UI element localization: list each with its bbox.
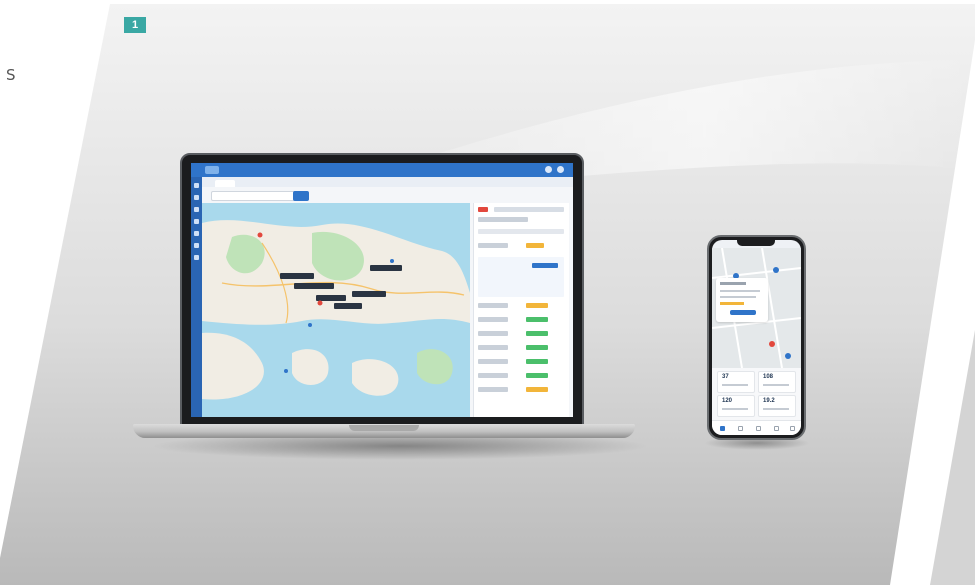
search-icon[interactable] (545, 166, 552, 173)
sidebar-item-2[interactable] (194, 195, 199, 200)
list-item-id (478, 373, 508, 378)
list-item-id (478, 303, 508, 308)
phone-notch (737, 240, 775, 246)
list-item-id (478, 359, 508, 364)
phone-action-button[interactable] (730, 310, 756, 315)
list-item-bar (526, 317, 548, 322)
list-item-id (478, 345, 508, 350)
card-line (720, 290, 760, 292)
list-icon[interactable] (738, 426, 743, 431)
phone-tab-bar (712, 420, 801, 435)
stat-card[interactable]: 120 (717, 395, 755, 417)
stat-card[interactable]: 37 (717, 371, 755, 393)
vehicle-list-panel (473, 203, 569, 417)
list-item-bar (526, 331, 548, 336)
sidebar-item-6[interactable] (194, 243, 199, 248)
stat-label (763, 384, 789, 386)
laptop-notch (349, 425, 419, 431)
list-item-id (478, 331, 508, 336)
app-sidebar (191, 177, 202, 417)
search-button[interactable] (293, 191, 309, 201)
panel-title (478, 217, 528, 222)
stat-value: 108 (763, 374, 774, 380)
app-logo (205, 166, 219, 174)
card-line (720, 296, 756, 298)
map-view[interactable] (202, 203, 470, 417)
app-header (191, 163, 573, 177)
map-drawing (202, 220, 470, 400)
card-title (720, 282, 746, 285)
map-pin-icon[interactable] (756, 426, 761, 431)
status-dot-red[interactable] (478, 207, 488, 212)
phone-stats: 37 108 120 19.2 (712, 368, 801, 420)
list-item-bar (526, 345, 548, 350)
chart-icon[interactable] (774, 426, 779, 431)
side-letter: S (6, 66, 16, 84)
showcase-stage: S 1 37 108 120 19.2 (0, 0, 975, 585)
sidebar-item-5[interactable] (194, 231, 199, 236)
phone-screen: 37 108 120 19.2 (712, 240, 801, 435)
search-input[interactable] (211, 191, 301, 201)
list-item-bar (526, 303, 548, 308)
user-icon[interactable] (557, 166, 564, 173)
list-item-bar (526, 359, 548, 364)
sidebar-item-1[interactable] (194, 183, 199, 188)
list-item-id (478, 317, 508, 322)
filter-row[interactable] (494, 207, 564, 212)
user-icon[interactable] (790, 426, 795, 431)
detail-button[interactable] (532, 263, 558, 268)
stat-card[interactable]: 19.2 (758, 395, 796, 417)
vehicle-id (478, 243, 508, 248)
list-item-id (478, 387, 508, 392)
panel-filter[interactable] (478, 229, 564, 234)
stat-label (763, 408, 789, 410)
home-icon[interactable] (720, 426, 725, 431)
sidebar-item-7[interactable] (194, 255, 199, 260)
stat-value: 19.2 (763, 398, 775, 404)
laptop-screen (191, 163, 573, 417)
list-item-bar (526, 373, 548, 378)
phone-info-card (716, 278, 768, 322)
tab-strip (202, 177, 573, 187)
stat-card[interactable]: 108 (758, 371, 796, 393)
tab-active[interactable] (215, 180, 235, 187)
status-bar (526, 243, 544, 248)
card-status (720, 302, 744, 305)
sidebar-item-4[interactable] (194, 219, 199, 224)
stat-value: 120 (722, 398, 733, 404)
stat-value: 37 (722, 374, 729, 380)
page-number-badge: 1 (124, 17, 146, 33)
sidebar-item-3[interactable] (194, 207, 199, 212)
stat-label (722, 384, 748, 386)
stat-label (722, 408, 748, 410)
list-item-bar (526, 387, 548, 392)
